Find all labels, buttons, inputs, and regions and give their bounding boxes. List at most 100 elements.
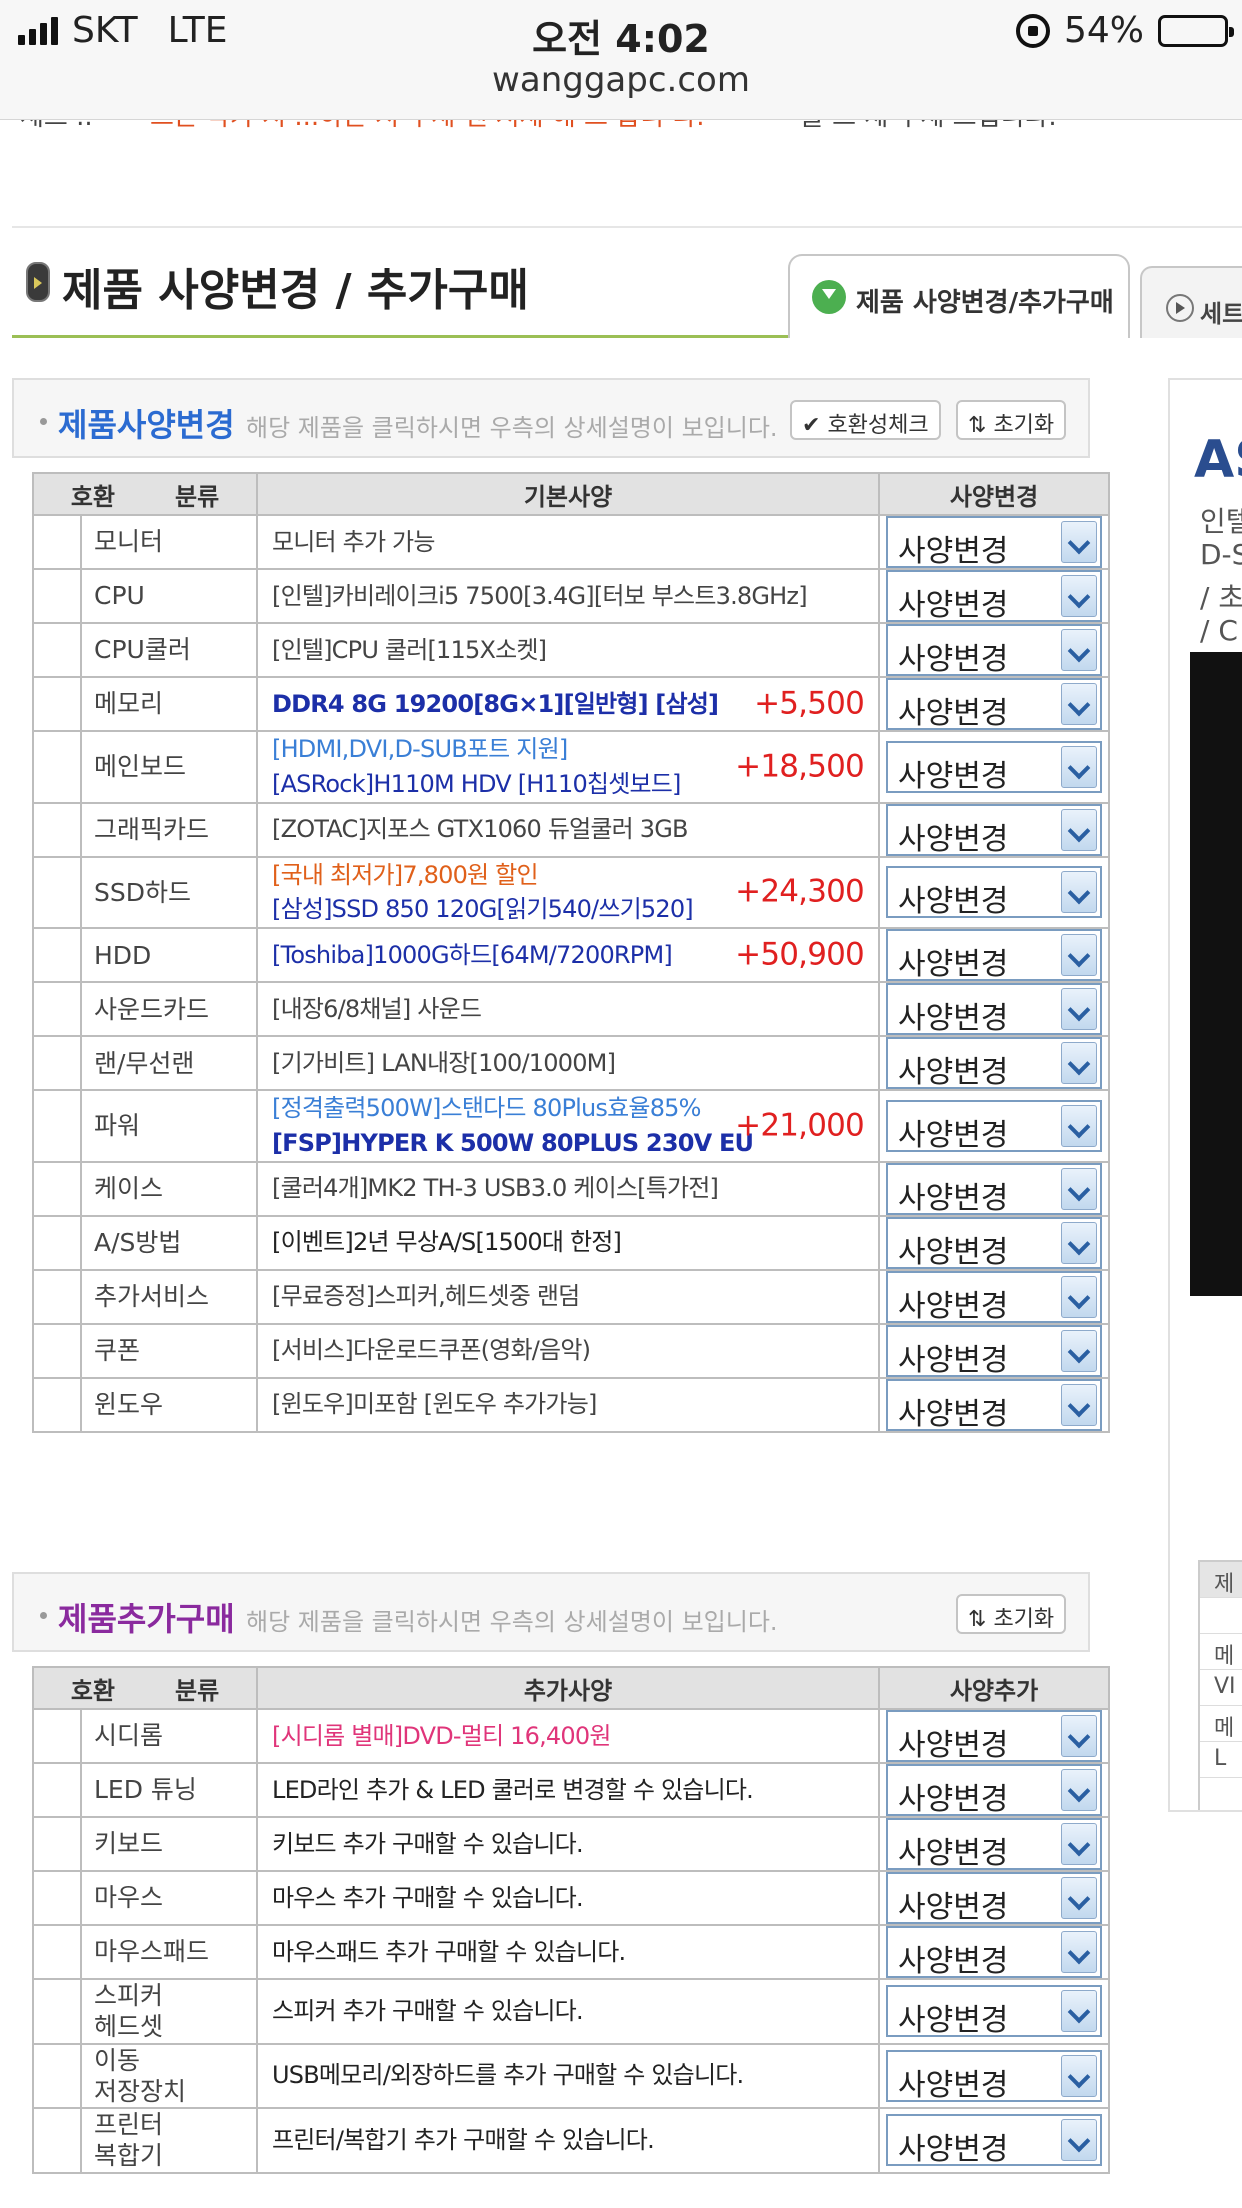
spec-cell[interactable]: [무료증정]스피커,헤드셋중 랜덤 [256,1268,880,1325]
spec-select[interactable]: 사양변경 [886,1270,1102,1324]
spec-select[interactable]: 사양변경 [886,929,1102,982]
spec-cell[interactable]: DDR4 8G 19200[8G×1][일반형] [삼성] +5,500 [256,676,880,732]
spec-cell[interactable]: [시디롬 별매]DVD-멀티 16,400원 [256,1708,880,1764]
chevron-down-icon[interactable] [1061,575,1097,617]
spec-cell[interactable]: [인텔]카비레이크i5 7500[3.4G][터보 부스트3.8GHz] [256,568,880,624]
chevron-down-icon[interactable] [1061,871,1097,914]
tab-set[interactable]: 세트 [1140,266,1242,338]
spec-select[interactable]: 사양변경 [886,1710,1102,1763]
compat-check-button[interactable]: ✔ 호환성체크 [790,400,941,440]
spec-cell[interactable]: [국내 최저가]7,800원 할인 [삼성]SSD 850 120G[읽기540/… [256,855,880,930]
chevron-down-icon[interactable] [1061,745,1097,788]
table-row[interactable]: 프린터 복합기 프린터/복합기 추가 구매할 수 있습니다. 사양변경 [32,2107,1110,2174]
spec-cell[interactable]: [윈도우]미포함 [윈도우 추가가능] [256,1376,880,1433]
spec-select[interactable]: 사양변경 [886,2049,1102,2103]
spec-select[interactable]: 사양변경 [886,624,1102,677]
table-row[interactable]: 사운드카드 [내장6/8채널] 사운드 사양변경 [32,981,1110,1038]
spec-cell[interactable]: [이벤트]2년 무상A/S[1500대 한정] [256,1214,880,1271]
spec-select[interactable]: 사양변경 [886,1216,1102,1270]
table-row[interactable]: 모니터 모니터 추가 가능 사양변경 [32,514,1110,570]
spec-select[interactable]: 사양변경 [886,2114,1102,2167]
table-row[interactable]: 파워 [정격출력500W]스탠다드 80Plus효율85% [FSP]HYPER K… [32,1089,1110,1163]
table-row[interactable]: 랜/무선랜 [기가비트] LAN내장[100/1000M] 사양변경 [32,1035,1110,1092]
spec-cell[interactable]: 모니터 추가 가능 [256,514,880,570]
chevron-down-icon[interactable] [1061,521,1097,563]
table-row[interactable]: 추가서비스 [무료증정]스피커,헤드셋중 랜덤 사양변경 [32,1268,1110,1325]
chevron-down-icon[interactable] [1061,1042,1097,1085]
chevron-down-icon[interactable] [1061,1275,1097,1318]
table-row[interactable]: 키보드 키보드 추가 구매할 수 있습니다. 사양변경 [32,1816,1110,1872]
spec-select[interactable]: 사양변경 [886,740,1102,794]
spec-select[interactable]: 사양변경 [886,1162,1102,1216]
spec-cell[interactable]: [Toshiba]1000G하드[64M/7200RPM] +50,900 [256,927,880,984]
table-row[interactable]: 그래픽카드 [ZOTAC]지포스 GTX1060 듀얼쿨러 3GB 사양변경 [32,801,1110,858]
spec-cell[interactable]: 마우스 추가 구매할 수 있습니다. [256,1870,880,1926]
spec-select[interactable]: 사양변경 [886,866,1102,919]
chevron-down-icon[interactable] [1061,934,1097,977]
table-row[interactable]: 마우스 마우스 추가 구매할 수 있습니다. 사양변경 [32,1870,1110,1926]
table-row[interactable]: CPU쿨러 [인텔]CPU 쿨러[115X소켓] 사양변경 [32,622,1110,678]
spec-cell[interactable]: [쿨러4개]MK2 TH-3 USB3.0 케이스[특가전] [256,1160,880,1217]
spec-select[interactable]: 사양변경 [886,1764,1102,1817]
spec-cell[interactable]: 마우스패드 추가 구매할 수 있습니다. [256,1924,880,1980]
table-row[interactable]: 윈도우 [윈도우]미포함 [윈도우 추가가능] 사양변경 [32,1376,1110,1433]
spec-select[interactable]: 사양변경 [886,1324,1102,1378]
chevron-down-icon[interactable] [1061,1769,1097,1811]
spec-cell[interactable]: [인텔]CPU 쿨러[115X소켓] [256,622,880,678]
spec-select[interactable]: 사양변경 [886,1037,1102,1090]
table-row[interactable]: HDD [Toshiba]1000G하드[64M/7200RPM] +50,900 사… [32,927,1110,984]
spec-select[interactable]: 사양변경 [886,1872,1102,1925]
tab-spec-change[interactable]: 제품 사양변경/추가구매 [788,254,1130,338]
spec-cell[interactable]: 스피커 추가 구매할 수 있습니다. [256,1978,880,2045]
spec-cell[interactable]: [정격출력500W]스탠다드 80Plus효율85% [FSP]HYPER K 5… [256,1089,880,1163]
spec-select[interactable]: 사양변경 [886,1985,1102,2038]
table-row[interactable]: 케이스 [쿨러4개]MK2 TH-3 USB3.0 케이스[특가전] 사양변경 [32,1160,1110,1217]
table-row[interactable]: 이동 저장장치 USB메모리/외장하드를 추가 구매할 수 있습니다. 사양변경 [32,2042,1110,2109]
reset-button[interactable]: ⇅ 초기화 [956,400,1067,440]
table-row[interactable]: 쿠폰 [서비스]다운로드쿠폰(영화/음악) 사양변경 [32,1322,1110,1379]
chevron-down-icon[interactable] [1061,1383,1097,1426]
chevron-down-icon[interactable] [1061,1823,1097,1865]
spec-cell[interactable]: LED라인 추가 & LED 쿨러로 변경할 수 있습니다. [256,1762,880,1818]
chevron-down-icon[interactable] [1061,1329,1097,1372]
table-row[interactable]: 스피커 헤드셋 스피커 추가 구매할 수 있습니다. 사양변경 [32,1978,1110,2045]
table-row[interactable]: LED 튜닝 LED라인 추가 & LED 쿨러로 변경할 수 있습니다. 사양변경 [32,1762,1110,1818]
chevron-down-icon[interactable] [1061,2054,1097,2097]
spec-select[interactable]: 사양변경 [886,678,1102,731]
spec-select[interactable]: 사양변경 [886,1099,1102,1153]
spec-cell[interactable]: USB메모리/외장하드를 추가 구매할 수 있습니다. [256,2042,880,2109]
url-label[interactable]: wanggapc.com [0,60,1242,100]
spec-select[interactable]: 사양변경 [886,1926,1102,1979]
spec-select[interactable]: 사양변경 [886,1378,1102,1432]
spec-cell[interactable]: 프린터/복합기 추가 구매할 수 있습니다. [256,2107,880,2174]
chevron-down-icon[interactable] [1061,1877,1097,1919]
table-row[interactable]: CPU [인텔]카비레이크i5 7500[3.4G][터보 부스트3.8GHz] 사… [32,568,1110,624]
spec-cell[interactable]: 키보드 추가 구매할 수 있습니다. [256,1816,880,1872]
spec-select[interactable]: 사양변경 [886,516,1102,569]
chevron-down-icon[interactable] [1061,1221,1097,1264]
spec-select[interactable]: 사양변경 [886,803,1102,857]
table-row[interactable]: 메인보드 [HDMI,DVI,D-SUB포트 지원] [ASRock]H110M H… [32,730,1110,804]
chevron-down-icon[interactable] [1061,808,1097,851]
spec-cell[interactable]: [내장6/8채널] 사운드 [256,981,880,1038]
table-row[interactable]: A/S방법 [이벤트]2년 무상A/S[1500대 한정] 사양변경 [32,1214,1110,1271]
chevron-down-icon[interactable] [1061,683,1097,725]
table-row[interactable]: 시디롬 [시디롬 별매]DVD-멀티 16,400원 사양변경 [32,1708,1110,1764]
spec-cell[interactable]: [HDMI,DVI,D-SUB포트 지원] [ASRock]H110M HDV [… [256,730,880,804]
table-row[interactable]: SSD하드 [국내 최저가]7,800원 할인 [삼성]SSD 850 120G[읽… [32,855,1110,930]
spec-select[interactable]: 사양변경 [886,1818,1102,1871]
chevron-down-icon[interactable] [1061,1990,1097,2033]
reset-button[interactable]: ⇅ 초기화 [956,1594,1067,1634]
table-row[interactable]: 메모리 DDR4 8G 19200[8G×1][일반형] [삼성] +5,500 사양… [32,676,1110,732]
chevron-down-icon[interactable] [1061,629,1097,671]
spec-cell[interactable]: [ZOTAC]지포스 GTX1060 듀얼쿨러 3GB [256,801,880,858]
chevron-down-icon[interactable] [1061,2119,1097,2162]
chevron-down-icon[interactable] [1061,988,1097,1031]
spec-select[interactable]: 사양변경 [886,570,1102,623]
chevron-down-icon[interactable] [1061,1715,1097,1757]
chevron-down-icon[interactable] [1061,1104,1097,1147]
spec-cell[interactable]: [기가비트] LAN내장[100/1000M] [256,1035,880,1092]
chevron-down-icon[interactable] [1061,1167,1097,1210]
table-row[interactable]: 마우스패드 마우스패드 추가 구매할 수 있습니다. 사양변경 [32,1924,1110,1980]
spec-cell[interactable]: [서비스]다운로드쿠폰(영화/음악) [256,1322,880,1379]
